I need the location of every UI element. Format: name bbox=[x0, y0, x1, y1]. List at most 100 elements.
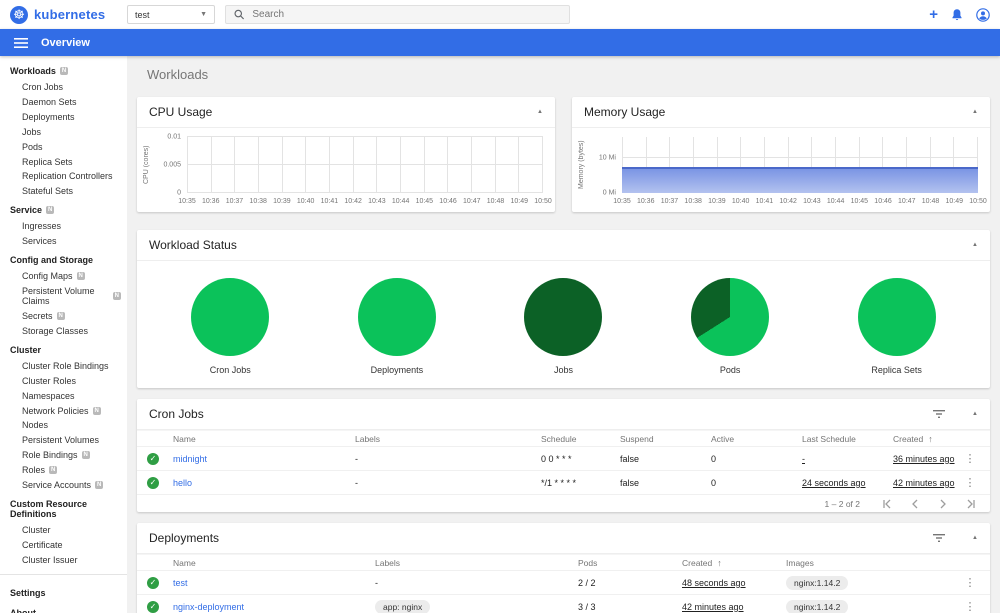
pie-label: Replica Sets bbox=[871, 365, 922, 375]
namespaced-badge: N bbox=[81, 451, 90, 460]
deployment-link[interactable]: nginx-deployment bbox=[173, 602, 244, 612]
sidebar-item-crd-cluster-issuer[interactable]: Cluster Issuer bbox=[0, 552, 127, 567]
created-cell[interactable]: 36 minutes ago bbox=[893, 454, 955, 464]
collapse-arrow-icon[interactable]: ▲ bbox=[972, 242, 978, 248]
sidebar-item-pods[interactable]: Pods bbox=[0, 140, 127, 155]
filter-icon[interactable] bbox=[932, 533, 946, 543]
sidebar-item-crd-cluster[interactable]: Cluster bbox=[0, 523, 127, 538]
sort-ascending-icon: ↑ bbox=[717, 557, 722, 568]
user-profile-icon[interactable] bbox=[976, 7, 990, 22]
namespaced-badge: N bbox=[46, 206, 55, 214]
sidebar-item-cluster-role-bindings[interactable]: Cluster Role Bindings bbox=[0, 359, 127, 374]
sidebar-item-nodes[interactable]: Nodes bbox=[0, 418, 127, 433]
sidebar-item-stateful-sets[interactable]: Stateful Sets bbox=[0, 184, 127, 199]
col-labels[interactable]: Labels bbox=[375, 558, 578, 568]
sidebar-item-daemon-sets[interactable]: Daemon Sets bbox=[0, 95, 127, 110]
collapse-arrow-icon[interactable]: ▲ bbox=[972, 535, 978, 541]
gridline bbox=[401, 137, 425, 193]
y-axis-ticks: 10 Mi 0 Mi bbox=[590, 137, 622, 197]
sidebar-item-persistent-volumes[interactable]: Persistent Volumes bbox=[0, 433, 127, 448]
sidebar-item-network-policies[interactable]: Network Policies N bbox=[0, 403, 127, 418]
sidebar-item-namespaces[interactable]: Namespaces bbox=[0, 389, 127, 404]
sidebar-item-role-bindings[interactable]: Role Bindings N bbox=[0, 448, 127, 463]
sidebar-item-deployments[interactable]: Deployments bbox=[0, 110, 127, 125]
previous-page-icon[interactable] bbox=[910, 499, 920, 509]
next-page-icon[interactable] bbox=[938, 499, 948, 509]
row-actions-menu-icon[interactable]: ⋮ bbox=[958, 452, 982, 465]
created-cell[interactable]: 42 minutes ago bbox=[893, 478, 955, 488]
col-pods[interactable]: Pods bbox=[578, 558, 682, 568]
first-page-icon[interactable] bbox=[882, 499, 892, 509]
sidebar-item-roles[interactable]: Roles N bbox=[0, 463, 127, 478]
col-name[interactable]: Name bbox=[173, 434, 355, 444]
sidebar-item-ingresses[interactable]: Ingresses bbox=[0, 219, 127, 234]
col-labels[interactable]: Labels bbox=[355, 434, 541, 444]
sidebar-group-workloads[interactable]: Workloads N bbox=[0, 60, 127, 80]
col-last-schedule[interactable]: Last Schedule bbox=[802, 434, 893, 444]
sidebar-item-services[interactable]: Services bbox=[0, 234, 127, 249]
col-images[interactable]: Images bbox=[786, 558, 958, 568]
col-schedule[interactable]: Schedule bbox=[541, 434, 620, 444]
col-name[interactable]: Name bbox=[173, 558, 375, 568]
menu-hamburger-icon[interactable] bbox=[14, 37, 28, 48]
sidebar-item-replication-controllers[interactable]: Replication Controllers bbox=[0, 169, 127, 184]
gridline bbox=[496, 137, 520, 193]
sidebar-item-cluster-roles[interactable]: Cluster Roles bbox=[0, 374, 127, 389]
sidebar-item-crd-certificate[interactable]: Certificate bbox=[0, 538, 127, 553]
collapse-arrow-icon[interactable]: ▲ bbox=[537, 109, 543, 115]
filter-icon[interactable] bbox=[932, 409, 946, 419]
row-actions-menu-icon[interactable]: ⋮ bbox=[958, 600, 982, 613]
sidebar-group-config-and-storage[interactable]: Config and Storage bbox=[0, 249, 127, 269]
schedule-cell: */1 * * * * bbox=[541, 477, 577, 488]
sidebar-item-cron-jobs[interactable]: Cron Jobs bbox=[0, 80, 127, 95]
cron-jobs-pie-chart[interactable] bbox=[191, 278, 270, 356]
col-created[interactable]: Created ↑ bbox=[893, 434, 958, 444]
sidebar-item-config-maps[interactable]: Config Maps N bbox=[0, 269, 127, 284]
sidebar-item-service-accounts[interactable]: Service Accounts N bbox=[0, 478, 127, 493]
namespaced-badge: N bbox=[56, 312, 65, 321]
sidebar-item-storage-classes[interactable]: Storage Classes bbox=[0, 324, 127, 339]
last-schedule-cell[interactable]: - bbox=[802, 454, 805, 464]
x-tick-label: 10:46 bbox=[439, 198, 457, 205]
pie-label: Cron Jobs bbox=[209, 365, 251, 375]
x-tick-label: 10:35 bbox=[178, 198, 196, 205]
created-cell[interactable]: 42 minutes ago bbox=[682, 602, 744, 612]
last-page-icon[interactable] bbox=[966, 499, 976, 509]
sidebar-item-replica-sets[interactable]: Replica Sets bbox=[0, 154, 127, 169]
workload-status-pies: Cron Jobs Deployments Jobs Pods Replica … bbox=[137, 261, 990, 388]
row-actions-menu-icon[interactable]: ⋮ bbox=[958, 576, 982, 589]
sidebar-item-settings[interactable]: Settings bbox=[0, 582, 127, 602]
jobs-pie-chart[interactable] bbox=[524, 278, 603, 356]
sidebar-group-custom-resource-definitions[interactable]: Custom Resource Definitions bbox=[0, 493, 127, 523]
brand[interactable]: ☸ kubernetes bbox=[10, 5, 127, 24]
sidebar-group-cluster[interactable]: Cluster bbox=[0, 339, 127, 359]
kubernetes-logo-icon: ☸ bbox=[10, 5, 28, 24]
created-cell[interactable]: 48 seconds ago bbox=[682, 578, 746, 588]
sidebar-group-service[interactable]: Service N bbox=[0, 199, 127, 219]
collapse-arrow-icon[interactable]: ▲ bbox=[972, 109, 978, 115]
x-tick-label: 10:43 bbox=[803, 198, 821, 205]
deployment-link[interactable]: test bbox=[173, 578, 188, 588]
search-input[interactable] bbox=[252, 9, 561, 20]
sidebar-item-jobs[interactable]: Jobs bbox=[0, 125, 127, 140]
notifications-bell-icon[interactable] bbox=[951, 8, 963, 21]
cron-job-link[interactable]: midnight bbox=[173, 454, 207, 464]
deployments-pie-chart[interactable] bbox=[357, 278, 436, 356]
gridline bbox=[622, 157, 978, 158]
row-actions-menu-icon[interactable]: ⋮ bbox=[958, 476, 982, 489]
collapse-arrow-icon[interactable]: ▲ bbox=[972, 411, 978, 417]
col-suspend[interactable]: Suspend bbox=[620, 434, 711, 444]
col-created[interactable]: Created ↑ bbox=[682, 558, 786, 568]
replica-sets-pie-chart[interactable] bbox=[857, 278, 936, 356]
sidebar-item-about[interactable]: About bbox=[0, 602, 127, 613]
memory-usage-chart: Memory (bytes) 10 Mi 0 Mi 10:35 10:36 10:37… bbox=[572, 128, 990, 212]
sidebar-item-persistent-volume-claims[interactable]: Persistent Volume Claims N bbox=[0, 284, 127, 309]
sidebar-item-secrets[interactable]: Secrets N bbox=[0, 309, 127, 324]
cron-job-link[interactable]: hello bbox=[173, 478, 192, 488]
col-active[interactable]: Active bbox=[711, 434, 802, 444]
pods-pie-chart[interactable] bbox=[691, 278, 770, 356]
create-resource-plus-icon[interactable]: + bbox=[929, 7, 938, 22]
namespace-selector[interactable]: test ▼ bbox=[127, 5, 215, 24]
search-bar[interactable] bbox=[225, 5, 570, 24]
last-schedule-cell[interactable]: 24 seconds ago bbox=[802, 478, 866, 488]
